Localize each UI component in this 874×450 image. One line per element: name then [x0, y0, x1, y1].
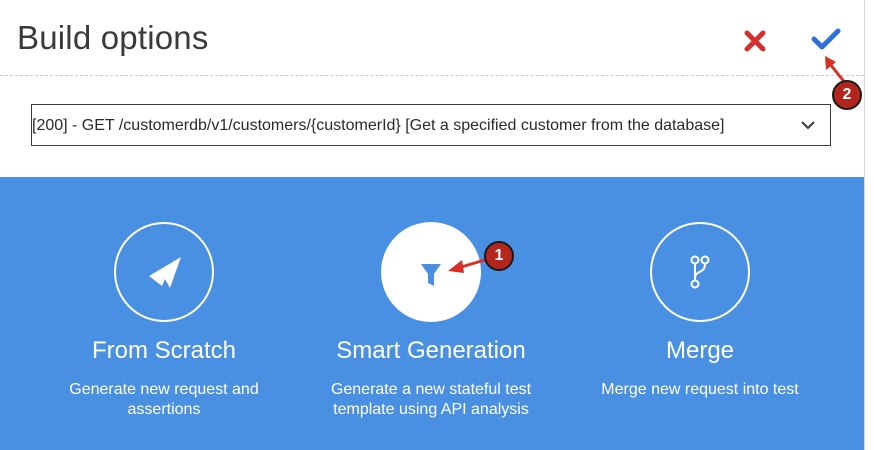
callout-badge-1: 1	[484, 241, 514, 271]
build-options-dialog: Build options [200] - GET /customerdb/v1…	[0, 0, 865, 450]
callout-arrow-1	[448, 56, 848, 273]
callout-badge-2: 2	[832, 80, 862, 110]
